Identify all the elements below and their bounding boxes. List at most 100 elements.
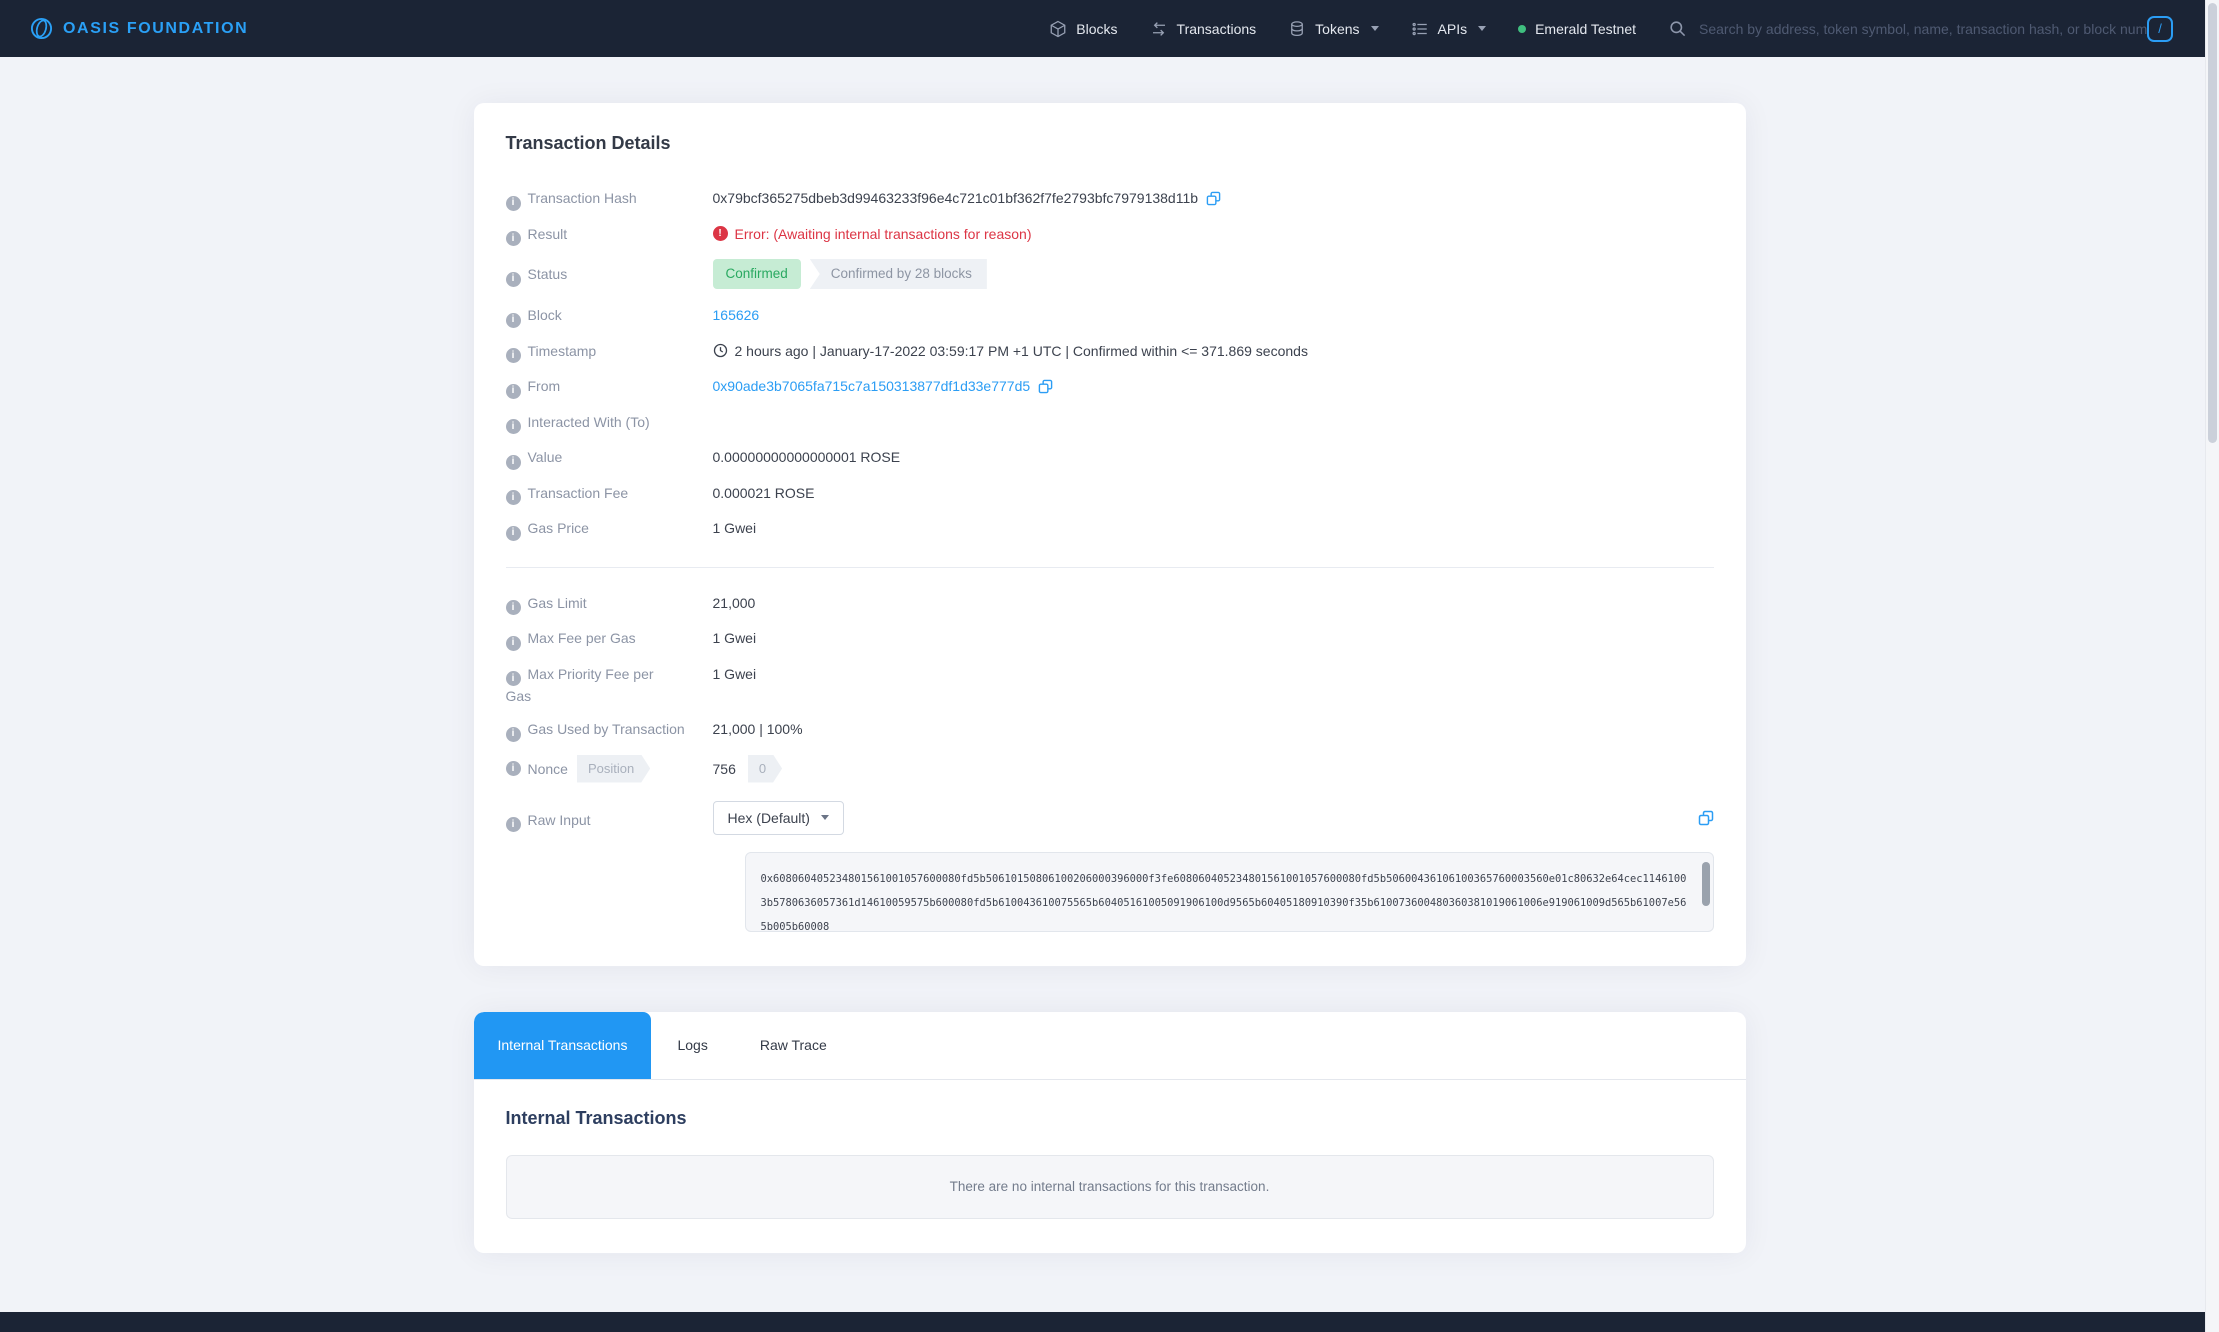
tab-internal-transactions[interactable]: Internal Transactions	[474, 1012, 652, 1079]
nav-apis-label: APIs	[1438, 21, 1468, 37]
raw-input-textarea[interactable]: 0x608060405234801561001057600080fd5b5061…	[745, 852, 1714, 932]
row-raw-input: i Raw Input Hex (Default)	[506, 801, 1714, 835]
network-dot-icon	[1518, 25, 1526, 33]
info-icon[interactable]: i	[506, 272, 521, 287]
row-timestamp: iTimestamp 2 hours ago | January-17-2022…	[506, 341, 1714, 364]
row-gas-used: i Gas Used by Transaction 21,000 | 100%	[506, 719, 1714, 742]
from-address-link[interactable]: 0x90ade3b7065fa715c7a150313877df1d33e777…	[713, 376, 1031, 396]
coins-icon	[1288, 20, 1306, 38]
row-interacted-with: i Interacted With (To)	[506, 412, 1714, 435]
info-icon[interactable]: i	[506, 526, 521, 541]
status-badge: Confirmed	[713, 259, 801, 289]
info-icon[interactable]: i	[506, 600, 521, 615]
internal-transactions-panel: Internal Transactions There are no inter…	[474, 1080, 1746, 1253]
row-from: i From 0x90ade3b7065fa715c7a150313877df1d…	[506, 376, 1714, 399]
row-block: i Block 165626	[506, 305, 1714, 328]
info-icon[interactable]: i	[506, 455, 521, 470]
info-icon[interactable]: i	[506, 231, 521, 246]
tab-raw-trace[interactable]: Raw Trace	[734, 1012, 853, 1079]
row-label: Raw Input	[528, 812, 591, 828]
gas-price-value: 1 Gwei	[713, 518, 757, 538]
info-icon[interactable]: i	[506, 636, 521, 651]
row-label: Interacted With (To)	[528, 414, 650, 430]
nav-network-selector[interactable]: Emerald Testnet	[1518, 21, 1636, 37]
brand-home-link[interactable]: OASIS FOUNDATION	[30, 17, 248, 40]
transactions-icon	[1150, 20, 1168, 38]
section-divider	[506, 567, 1714, 568]
row-max-priority-fee: iMax Priority Fee per Gas 1 Gwei	[506, 664, 1714, 707]
row-status: i Status Confirmed Confirmed by 28 blocks	[506, 259, 1714, 289]
search-input[interactable]	[1699, 21, 2169, 37]
position-badge: Position	[577, 755, 650, 783]
block-link[interactable]: 165626	[713, 305, 760, 325]
row-label: Gas Used by Transaction	[528, 721, 685, 737]
nonce-value: 756	[713, 759, 736, 779]
info-icon[interactable]: i	[506, 727, 521, 742]
footer: OASIS FOUNDATION	[0, 1312, 2219, 1332]
info-icon[interactable]: i	[506, 313, 521, 328]
copy-raw-input-button[interactable]	[1698, 810, 1714, 826]
info-icon[interactable]: i	[506, 671, 521, 686]
row-label: Transaction Fee	[528, 485, 629, 501]
raw-input-hex: 0x608060405234801561001057600080fd5b5061…	[761, 867, 1691, 932]
gas-used-value: 21,000 | 100%	[713, 719, 803, 739]
row-label: Block	[528, 307, 562, 323]
row-result: iResult !Error: (Awaiting internal trans…	[506, 224, 1714, 247]
nav-apis[interactable]: APIs	[1411, 20, 1487, 38]
search-box: /	[1668, 16, 2173, 42]
nav-tokens[interactable]: Tokens	[1288, 20, 1378, 38]
row-label: Status	[528, 266, 568, 282]
page: OASIS FOUNDATION Blocks Transactions Tok…	[0, 0, 2219, 1332]
row-label: Gas Price	[528, 520, 589, 536]
info-icon[interactable]: i	[506, 348, 521, 363]
info-icon[interactable]: i	[506, 419, 521, 434]
info-icon[interactable]: i	[506, 384, 521, 399]
copy-icon	[1038, 382, 1053, 397]
search-icon	[1668, 19, 1687, 38]
nav-transactions[interactable]: Transactions	[1150, 20, 1257, 38]
tab-bar: Internal Transactions Logs Raw Trace	[474, 1012, 1746, 1080]
nav-blocks[interactable]: Blocks	[1049, 20, 1117, 38]
transaction-fee-value: 0.000021 ROSE	[713, 483, 815, 503]
row-label: Result	[528, 226, 568, 242]
row-label: From	[528, 378, 561, 394]
copy-icon	[1698, 814, 1714, 829]
page-scrollbar[interactable]	[2205, 0, 2219, 1332]
row-value: iValue 0.00000000000000001 ROSE	[506, 447, 1714, 470]
transaction-details-card: Transaction Details iTransaction Hash 0x…	[474, 103, 1746, 966]
page-scrollbar-thumb[interactable]	[2208, 3, 2217, 443]
copy-icon	[1206, 194, 1221, 209]
cube-icon	[1049, 20, 1067, 38]
info-icon[interactable]: i	[506, 196, 521, 211]
row-max-fee: iMax Fee per Gas 1 Gwei	[506, 628, 1714, 651]
info-icon[interactable]: i	[506, 490, 521, 505]
page-title: Transaction Details	[506, 133, 1714, 154]
transaction-tabs-card: Internal Transactions Logs Raw Trace Int…	[474, 1012, 1746, 1253]
chevron-down-icon	[1371, 26, 1379, 31]
copy-hash-button[interactable]	[1206, 191, 1221, 206]
raw-input-scrollbar-thumb[interactable]	[1702, 862, 1710, 906]
row-label: Timestamp	[528, 343, 597, 359]
confirmations-badge: Confirmed by 28 blocks	[810, 259, 987, 289]
transaction-hash-value: 0x79bcf365275dbeb3d99463233f96e4c721c01b…	[713, 188, 1199, 208]
max-fee-value: 1 Gwei	[713, 628, 757, 648]
row-label: Max Priority Fee per Gas	[506, 666, 654, 705]
nav-network-label: Emerald Testnet	[1535, 21, 1636, 37]
api-list-icon	[1411, 20, 1429, 38]
raw-input-format-dropdown[interactable]: Hex (Default)	[713, 801, 844, 835]
top-navbar: OASIS FOUNDATION Blocks Transactions Tok…	[0, 0, 2219, 57]
value-amount: 0.00000000000000001 ROSE	[713, 447, 901, 467]
position-value-badge: 0	[748, 755, 782, 783]
error-icon: !	[713, 226, 728, 241]
section-title: Internal Transactions	[506, 1108, 1714, 1129]
row-nonce: iNoncePosition 7560	[506, 755, 1714, 783]
copy-from-address-button[interactable]	[1038, 379, 1053, 394]
row-label: Gas Limit	[528, 595, 587, 611]
row-transaction-fee: i Transaction Fee 0.000021 ROSE	[506, 483, 1714, 506]
tab-logs[interactable]: Logs	[651, 1012, 733, 1079]
clock-icon	[713, 343, 728, 358]
raw-input-format-label: Hex (Default)	[728, 810, 810, 826]
row-gas-price: i Gas Price 1 Gwei	[506, 518, 1714, 541]
info-icon[interactable]: i	[506, 817, 521, 832]
info-icon[interactable]: i	[506, 761, 521, 776]
